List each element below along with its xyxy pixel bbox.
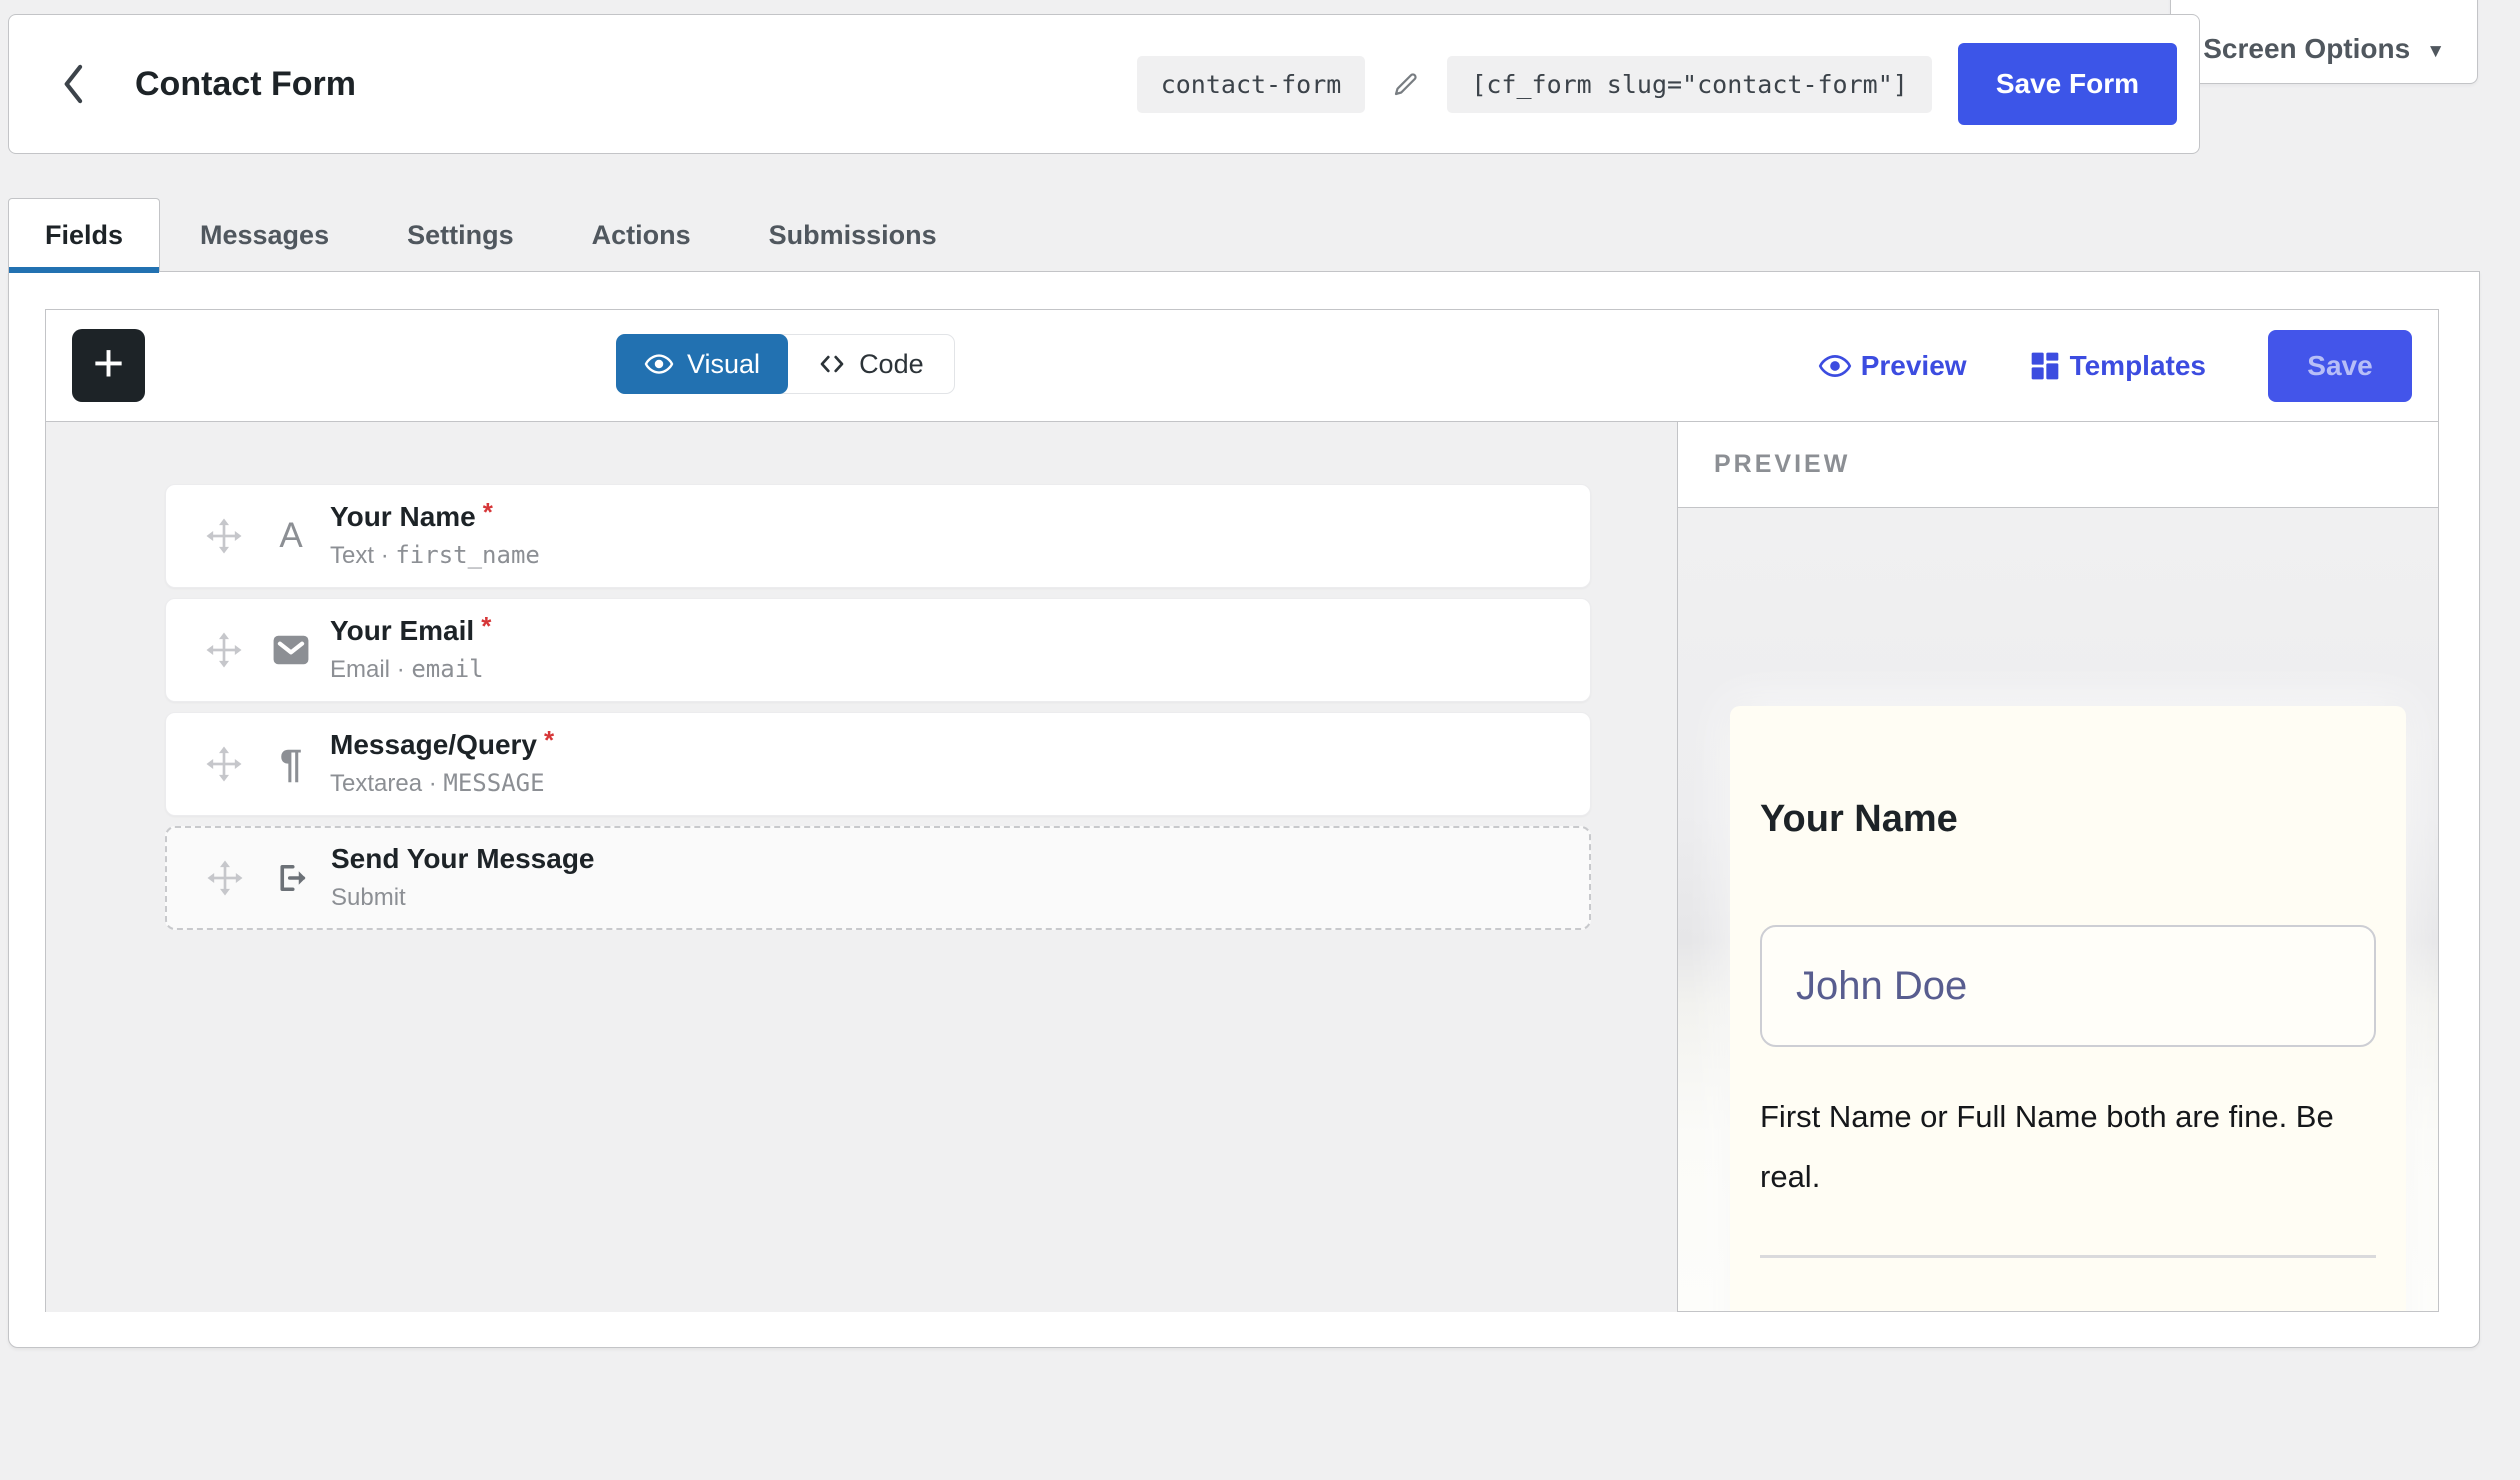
form-header: Contact Form contact-form [cf_form slug=…	[8, 14, 2200, 154]
field-title: Your Name*	[330, 502, 540, 533]
chevron-left-icon	[59, 62, 89, 106]
move-icon[interactable]	[204, 630, 244, 670]
tab-actions[interactable]: Actions	[592, 198, 691, 272]
form-slug-pill: contact-form	[1137, 56, 1366, 113]
tab-bar: Fields Messages Settings Actions Submiss…	[8, 198, 937, 272]
field-meta: Textarea · MESSAGE	[330, 769, 554, 798]
text-field-icon: A	[268, 516, 314, 556]
preview-body: Your Name First Name or Full Name both a…	[1678, 508, 2438, 1311]
templates-grid-icon	[2029, 350, 2061, 382]
field-row-submit[interactable]: Send Your Message Submit	[165, 826, 1591, 930]
move-icon[interactable]	[204, 744, 244, 784]
field-meta: Submit	[331, 884, 595, 912]
add-field-button[interactable]: +	[72, 329, 145, 402]
required-asterisk: *	[483, 497, 493, 527]
form-editor: + Visual Code	[45, 309, 2439, 1312]
page: Screen Options ▼ Contact Form contact-fo…	[0, 0, 2520, 1480]
chevron-down-icon: ▼	[2426, 41, 2445, 63]
required-asterisk: *	[481, 611, 491, 641]
shortcode-pill: [cf_form slug="contact-form"]	[1447, 56, 1932, 113]
submit-field-icon	[269, 860, 315, 896]
code-mode-label: Code	[859, 349, 924, 380]
field-list-canvas: A Your Name* Text · first_name Your Emai…	[46, 422, 1678, 1312]
editor-toolbar: + Visual Code	[46, 310, 2438, 422]
move-icon[interactable]	[204, 516, 244, 556]
tab-submissions[interactable]: Submissions	[769, 198, 937, 272]
fields-tab-panel: + Visual Code	[8, 271, 2480, 1348]
pencil-icon	[1391, 69, 1421, 99]
page-title: Contact Form	[135, 65, 356, 104]
field-title: Your Email*	[330, 616, 491, 647]
required-asterisk: *	[544, 725, 554, 755]
field-row-your-name[interactable]: A Your Name* Text · first_name	[165, 484, 1591, 588]
preview-divider	[1760, 1255, 2376, 1258]
visual-mode-button[interactable]: Visual	[616, 334, 788, 394]
field-meta: Email · email	[330, 655, 491, 684]
tab-messages[interactable]: Messages	[200, 198, 329, 272]
code-mode-button[interactable]: Code	[787, 335, 954, 393]
email-field-icon	[268, 634, 314, 666]
textarea-field-icon: ¶	[268, 742, 314, 787]
field-meta: Text · first_name	[330, 541, 540, 570]
templates-button[interactable]: Templates	[2029, 350, 2206, 382]
header-actions: contact-form [cf_form slug="contact-form…	[1137, 43, 2177, 125]
templates-label: Templates	[2070, 350, 2206, 382]
tab-fields[interactable]: Fields	[8, 198, 160, 272]
back-button[interactable]	[51, 54, 97, 114]
preview-help-text: First Name or Full Name both are fine. B…	[1760, 1087, 2376, 1207]
eye-icon	[644, 349, 674, 379]
view-mode-toggle: Visual Code	[616, 334, 955, 394]
preview-panel: PREVIEW Your Name First Name or Full Nam…	[1677, 422, 2438, 1312]
preview-panel-header: PREVIEW	[1678, 422, 2438, 508]
edit-slug-button[interactable]	[1391, 69, 1421, 99]
field-row-your-email[interactable]: Your Email* Email · email	[165, 598, 1591, 702]
visual-mode-label: Visual	[687, 349, 760, 380]
preview-name-input[interactable]	[1760, 925, 2376, 1047]
preview-field-label: Your Name	[1760, 706, 2376, 841]
form-preview-card: Your Name First Name or Full Name both a…	[1730, 706, 2406, 1311]
field-title: Send Your Message	[331, 844, 595, 875]
screen-options-label: Screen Options	[2203, 33, 2410, 65]
screen-options-button[interactable]: Screen Options ▼	[2170, 0, 2478, 84]
move-icon[interactable]	[205, 858, 245, 898]
eye-icon	[1818, 349, 1852, 383]
preview-button[interactable]: Preview	[1818, 349, 1967, 383]
toolbar-right-actions: Preview Templates Save	[1818, 310, 2412, 422]
save-form-button[interactable]: Save Form	[1958, 43, 2177, 125]
field-row-message-query[interactable]: ¶ Message/Query* Textarea · MESSAGE	[165, 712, 1591, 816]
code-icon	[817, 349, 847, 379]
plus-icon: +	[93, 336, 125, 390]
field-title: Message/Query*	[330, 730, 554, 761]
tab-settings[interactable]: Settings	[407, 198, 514, 272]
save-button[interactable]: Save	[2268, 330, 2412, 402]
preview-label: Preview	[1861, 350, 1967, 382]
